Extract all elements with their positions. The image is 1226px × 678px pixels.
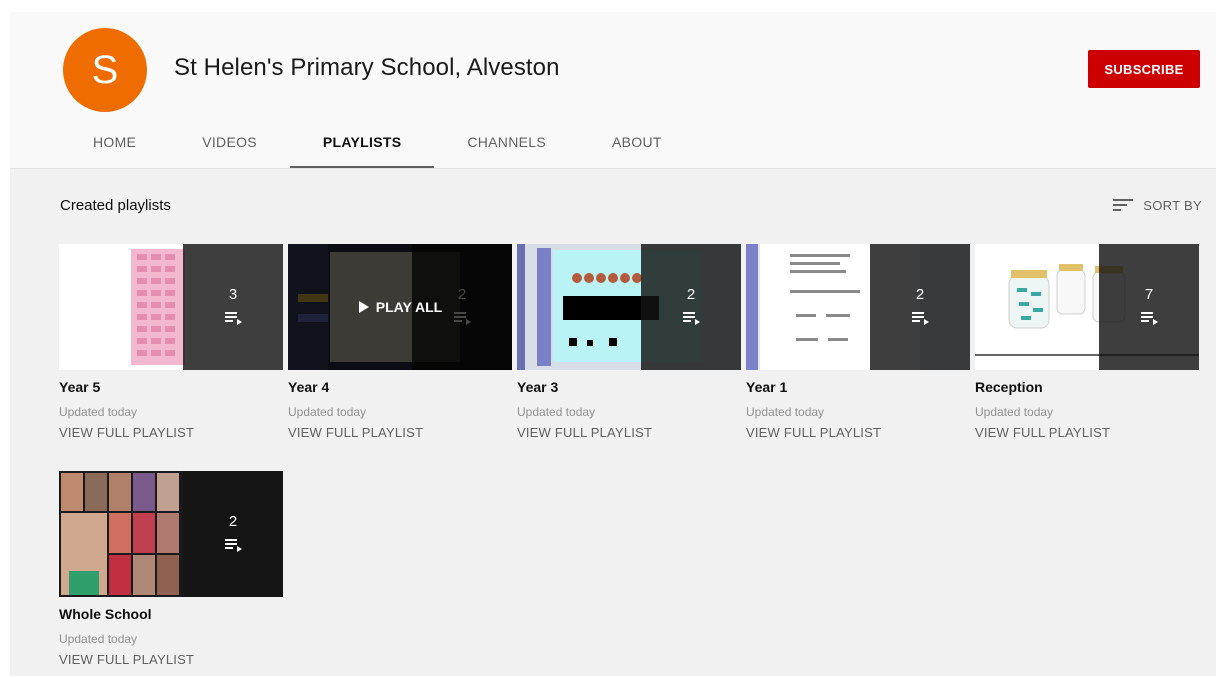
view-full-playlist-link[interactable]: VIEW FULL PLAYLIST [59, 425, 194, 440]
video-count: 2 [915, 286, 925, 303]
channel-tabs: HOME VIDEOS PLAYLISTS CHANNELS ABOUT [60, 120, 695, 168]
video-count: 3 [228, 286, 238, 303]
playlist-thumbnail[interactable]: 2 [746, 244, 970, 370]
sort-label: SORT BY [1143, 197, 1202, 213]
view-full-playlist-link[interactable]: VIEW FULL PLAYLIST [59, 652, 194, 667]
playlist-card: 2 Year 1 Updated today VIEW FULL PLAYLIS… [746, 244, 970, 442]
playlist-icon [683, 312, 700, 325]
playlist-count-overlay: 3 [183, 244, 283, 370]
playlist-card: 7 Reception Updated today VIEW FULL PLAY… [975, 244, 1199, 442]
playlist-count-overlay: 2 [641, 244, 741, 370]
tab-playlists[interactable]: PLAYLISTS [289, 120, 435, 168]
playlist-icon [225, 312, 242, 325]
channel-page: S St Helen's Primary School, Alveston SU… [10, 12, 1216, 676]
playlist-title[interactable]: Year 4 [288, 379, 512, 395]
playlist-title[interactable]: Reception [975, 379, 1199, 395]
playlist-count-overlay: 7 [1099, 244, 1199, 370]
tab-home[interactable]: HOME [60, 120, 169, 168]
playlist-title[interactable]: Whole School [59, 606, 283, 622]
playlist-icon [1141, 312, 1158, 325]
tab-channels[interactable]: CHANNELS [434, 120, 579, 168]
video-count: 7 [1144, 286, 1154, 303]
playlist-title[interactable]: Year 1 [746, 379, 970, 395]
playlist-card: 2 Whole School Updated today VIEW FULL P… [59, 471, 283, 669]
playlist-thumbnail[interactable]: 2 PLAY ALL [288, 244, 512, 370]
tab-videos[interactable]: VIDEOS [169, 120, 290, 168]
playlist-updated: Updated today [746, 405, 825, 419]
play-all-button[interactable]: PLAY ALL [288, 244, 512, 370]
sort-icon [1113, 199, 1134, 211]
playlist-thumbnail[interactable]: 3 [59, 244, 283, 370]
view-full-playlist-link[interactable]: VIEW FULL PLAYLIST [975, 425, 1110, 440]
subscribe-button[interactable]: SUBSCRIBE [1088, 50, 1200, 88]
video-count: 2 [228, 513, 238, 530]
playlist-thumbnail[interactable]: 2 [517, 244, 741, 370]
sort-button[interactable]: SORT BY [1113, 197, 1202, 213]
section-title: Created playlists [60, 197, 171, 214]
playlist-icon [225, 539, 242, 552]
playlist-card: 2 PLAY ALL Year 4 Updated today [288, 244, 512, 442]
playlist-thumbnail[interactable]: 2 [59, 471, 283, 597]
playlist-count-overlay: 2 [870, 244, 970, 370]
playlist-updated: Updated today [288, 405, 367, 419]
playlist-icon [912, 312, 929, 325]
playlist-updated: Updated today [59, 632, 138, 646]
playlist-thumbnail[interactable]: 7 [975, 244, 1199, 370]
playlist-updated: Updated today [59, 405, 138, 419]
playlist-updated: Updated today [975, 405, 1054, 419]
playlist-count-overlay: 2 [183, 471, 283, 597]
view-full-playlist-link[interactable]: VIEW FULL PLAYLIST [746, 425, 881, 440]
playlist-title[interactable]: Year 3 [517, 379, 741, 395]
tab-about[interactable]: ABOUT [579, 120, 695, 168]
channel-name: St Helen's Primary School, Alveston [174, 54, 560, 81]
video-count: 2 [686, 286, 696, 303]
channel-header: S St Helen's Primary School, Alveston SU… [10, 12, 1216, 169]
play-all-label: PLAY ALL [375, 299, 443, 315]
playlist-card: 3 Year 5 Updated today VIEW FULL PLAYLIS… [59, 244, 283, 442]
playlist-title[interactable]: Year 5 [59, 379, 283, 395]
playlist-updated: Updated today [517, 405, 596, 419]
playlist-card: 2 Year 3 Updated today VIEW FULL PLAYLIS… [517, 244, 741, 442]
view-full-playlist-link[interactable]: VIEW FULL PLAYLIST [517, 425, 652, 440]
view-full-playlist-link[interactable]: VIEW FULL PLAYLIST [288, 425, 423, 440]
channel-avatar[interactable]: S [63, 28, 147, 112]
play-icon [358, 301, 369, 313]
